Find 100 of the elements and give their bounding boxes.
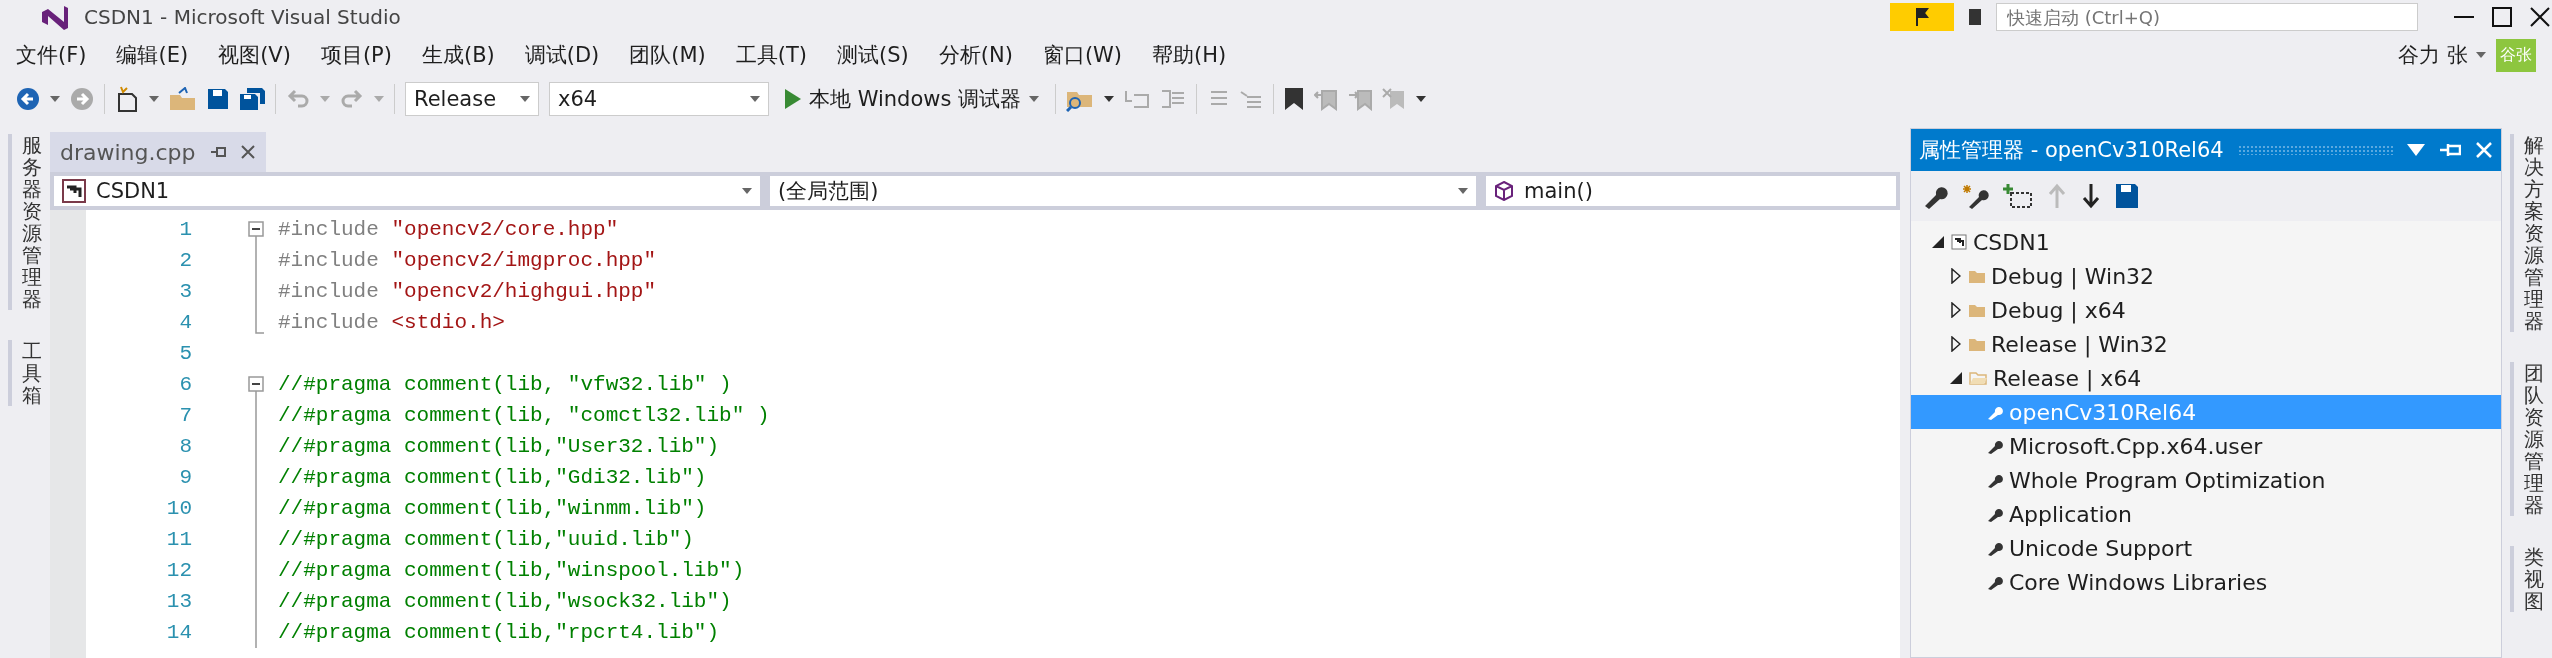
tree-item[interactable]: Application — [1911, 497, 2501, 531]
code-line: #include <stdio.h> — [277, 311, 505, 334]
menu-item[interactable]: 团队(M) — [625, 41, 732, 69]
collapsed-icon[interactable] — [1951, 268, 1961, 284]
panel-title: 属性管理器 - openCv310Rel64 — [1919, 137, 2224, 164]
account-name[interactable]: 谷力 张 — [2398, 41, 2468, 69]
menu-item[interactable]: 帮助(H) — [1148, 41, 1253, 69]
caret-icon[interactable] — [1458, 188, 1468, 194]
menu-item[interactable]: 调试(D) — [520, 41, 626, 69]
tree-item[interactable]: Debug | x64 — [1911, 293, 2501, 327]
platform-dropdown[interactable]: x64 — [549, 82, 769, 116]
save-icon[interactable] — [207, 88, 229, 110]
cube-icon — [1494, 181, 1514, 201]
line-number: 7 — [178, 404, 192, 427]
line-number: 11 — [165, 528, 192, 551]
code-line: //#pragma comment(lib, "vfw32.lib" ) — [277, 373, 732, 396]
tree-item[interactable]: CSDN1 — [1911, 225, 2501, 259]
code-line: #include "opencv2/core.hpp" — [277, 218, 619, 241]
code-line: //#pragma comment(lib,"wsock32.lib") — [277, 590, 732, 613]
side-tab[interactable]: 类视图 — [2510, 546, 2544, 612]
caret-icon[interactable] — [50, 96, 60, 102]
folder-icon — [1969, 269, 1985, 283]
start-debugging-button[interactable]: 本地 Windows 调试器 — [779, 85, 1046, 113]
open-folder-icon[interactable] — [169, 87, 197, 111]
scope-dropdown[interactable]: (全局范围) — [770, 176, 1476, 206]
folder-icon — [1969, 303, 1985, 317]
member-dropdown[interactable]: main() — [1486, 176, 1896, 206]
caret-icon[interactable] — [2476, 52, 2486, 58]
code-line: //#pragma comment(lib,"Gdi32.lib") — [277, 466, 707, 489]
line-number: 9 — [178, 466, 192, 489]
line-number: 4 — [178, 311, 192, 334]
menu-item[interactable]: 测试(S) — [833, 41, 935, 69]
line-number: 13 — [165, 590, 192, 613]
expanded-icon[interactable] — [1932, 236, 1944, 248]
line-number: 5 — [178, 342, 192, 365]
caret-icon[interactable] — [1029, 96, 1040, 102]
project-icon — [1951, 234, 1967, 250]
code-line: //#pragma comment(lib,"winspool.lib") — [277, 559, 745, 582]
tree-item[interactable]: Release | Win32 — [1911, 327, 2501, 361]
move-down-icon[interactable] — [2081, 183, 2101, 209]
window-title: CSDN1 - Microsoft Visual Studio — [84, 5, 402, 29]
code-line: //#pragma comment(lib,"uuid.lib") — [277, 528, 694, 551]
line-number: 12 — [165, 559, 192, 582]
side-tab[interactable]: 团队资源管理器 — [2510, 362, 2544, 516]
expanded-icon[interactable] — [1950, 372, 1962, 384]
add-sheet-icon[interactable] — [2003, 183, 2033, 209]
caret-icon[interactable] — [750, 96, 760, 102]
line-number: 10 — [165, 497, 192, 520]
caret-icon[interactable] — [520, 96, 530, 102]
tree-item[interactable]: Release | x64 — [1911, 361, 2501, 395]
tree-item[interactable]: Unicode Support — [1911, 531, 2501, 565]
caret-icon[interactable] — [742, 188, 752, 194]
menu-item[interactable]: 工具(T) — [731, 41, 834, 69]
menu-item[interactable]: 文件(F) — [12, 41, 113, 69]
menu-item[interactable]: 编辑(E) — [112, 41, 215, 69]
notification-button[interactable] — [1890, 3, 1954, 31]
line-number: 2 — [178, 249, 192, 272]
close-icon[interactable] — [2528, 5, 2552, 29]
code-line: //#pragma comment(lib, "comctl32.lib" ) — [277, 404, 770, 427]
save-all-icon[interactable] — [239, 87, 265, 111]
tab-title: drawing.cpp — [60, 139, 196, 165]
open-folder-icon — [1969, 371, 1987, 385]
dropdown-icon[interactable] — [2407, 144, 2425, 156]
side-tab[interactable]: 服务器资源管理器 — [8, 134, 42, 310]
line-number: 3 — [178, 280, 192, 303]
menu-item[interactable]: 项目(P) — [316, 41, 418, 69]
code-line: //#pragma comment(lib,"rpcrt4.lib") — [277, 621, 720, 644]
line-number: 8 — [178, 435, 192, 458]
project-icon — [62, 179, 86, 203]
line-number: 1 — [178, 218, 192, 241]
collapsed-icon[interactable] — [1951, 336, 1961, 352]
menu-item[interactable]: 视图(V) — [214, 41, 317, 69]
quick-launch-field[interactable]: 快速启动 (Ctrl+Q) — [1996, 3, 2418, 31]
code-line: #include "opencv2/imgproc.hpp" — [277, 249, 657, 272]
code-line: #include "opencv2/highgui.hpp" — [277, 280, 657, 303]
new-item-icon[interactable] — [115, 86, 139, 112]
back-icon[interactable] — [16, 87, 40, 111]
side-tab[interactable]: 工具箱 — [8, 340, 42, 406]
project-dropdown[interactable]: CSDN1 — [54, 176, 760, 206]
bookmark-icon[interactable] — [1284, 87, 1305, 111]
pin-icon[interactable] — [2439, 141, 2461, 159]
caret-icon[interactable] — [1104, 96, 1115, 102]
pin-icon[interactable] — [209, 144, 226, 160]
tree-item[interactable]: Core Windows Libraries — [1911, 565, 2501, 599]
menu-item[interactable]: 窗口(W) — [1038, 41, 1149, 69]
maximize-icon[interactable] — [2490, 5, 2514, 29]
collapsed-icon[interactable] — [1951, 302, 1961, 318]
configuration-dropdown[interactable]: Release — [405, 82, 539, 116]
side-tab[interactable]: 解决方案资源管理器 — [2510, 134, 2544, 332]
tree-item[interactable]: Microsoft.Cpp.x64.user — [1911, 429, 2501, 463]
save-icon[interactable] — [2115, 183, 2139, 209]
menu-item[interactable]: 分析(N) — [934, 41, 1039, 69]
caret-icon[interactable] — [1416, 96, 1427, 102]
tree-item[interactable]: Debug | Win32 — [1911, 259, 2501, 293]
menu-item[interactable]: 生成(B) — [417, 41, 521, 69]
code-line: //#pragma comment(lib,"User32.lib") — [277, 435, 720, 458]
feedback-icon[interactable] — [1968, 8, 1982, 26]
tree-item[interactable]: Whole Program Optimization — [1911, 463, 2501, 497]
document-tab[interactable]: drawing.cpp — [50, 132, 266, 172]
caret-icon[interactable] — [149, 96, 159, 102]
